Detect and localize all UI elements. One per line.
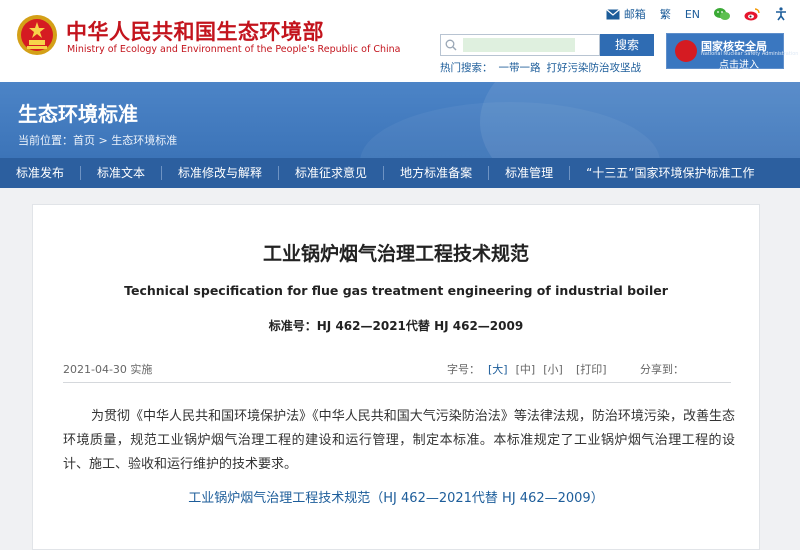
section-banner: 生态环境标准 当前位置：首页 > 生态环境标准 bbox=[0, 82, 800, 158]
english-link[interactable]: EN bbox=[685, 8, 700, 21]
print-button[interactable]: [打印] bbox=[576, 361, 607, 377]
nav-item-standard-revision[interactable]: 标准修改与解释 bbox=[162, 158, 278, 188]
nav-item-standard-text[interactable]: 标准文本 bbox=[81, 158, 161, 188]
main-nav: 标准发布 标准文本 标准修改与解释 标准征求意见 地方标准备案 标准管理 “十三… bbox=[0, 158, 800, 188]
site-name-cn[interactable]: 中华人民共和国生态环境部 bbox=[66, 16, 324, 46]
nav-item-13th-five-year[interactable]: “十三五”国家环境保护标准工作 bbox=[570, 158, 770, 188]
wechat-link[interactable] bbox=[714, 7, 730, 21]
mail-link[interactable]: 邮箱 bbox=[605, 6, 646, 22]
document-title: 工业锅炉烟气治理工程技术规范 bbox=[262, 243, 529, 265]
weibo-link[interactable] bbox=[744, 7, 760, 21]
accessibility-link[interactable] bbox=[774, 7, 788, 21]
weibo-icon bbox=[744, 8, 760, 21]
accessibility-icon bbox=[776, 7, 786, 21]
nav-item-standard-management[interactable]: 标准管理 bbox=[489, 158, 569, 188]
breadcrumb[interactable]: 当前位置：首页 > 生态环境标准 bbox=[18, 132, 177, 148]
font-size-label: 字号： bbox=[447, 363, 480, 376]
hot-search-label: 热门搜索： bbox=[440, 62, 493, 74]
search-button[interactable]: 搜索 bbox=[600, 34, 654, 56]
font-large-button[interactable]: [大] bbox=[488, 363, 508, 376]
site-header: 中华人民共和国生态环境部 Ministry of Ecology and Env… bbox=[0, 0, 800, 82]
effective-date: 2021-04-30 实施 bbox=[63, 363, 153, 376]
search-icon bbox=[445, 39, 457, 51]
document-meta-bar: 2021-04-30 实施 字号： [大] [中] [小] [打印] 分享到： bbox=[63, 359, 731, 383]
hot-search-item[interactable]: 打好污染防治攻坚战 bbox=[547, 62, 642, 74]
national-emblem-icon[interactable] bbox=[16, 14, 58, 56]
font-small-button[interactable]: [小] bbox=[543, 363, 563, 376]
site-name-en[interactable]: Ministry of Ecology and Environment of t… bbox=[67, 44, 401, 55]
document-card: 工业锅炉烟气治理工程技术规范 Technical specification f… bbox=[32, 204, 760, 550]
nnsa-entry-button[interactable]: 国家核安全局 National Nuclear Safety Administr… bbox=[666, 33, 798, 71]
document-body: 为贯彻《中华人民共和国环境保护法》《中华人民共和国大气污染防治法》等法律法规，防… bbox=[63, 409, 735, 472]
nav-item-standard-release[interactable]: 标准发布 bbox=[0, 158, 80, 188]
document-download-link[interactable]: 工业锅炉烟气治理工程技术规范（HJ 462—2021代替 HJ 462—2009… bbox=[33, 487, 759, 506]
font-size-controls: 字号： [大] [中] [小] bbox=[447, 361, 563, 377]
nav-item-public-comments[interactable]: 标准征求意见 bbox=[279, 158, 383, 188]
hot-search-item[interactable]: 一带一路 bbox=[499, 62, 541, 74]
section-title: 生态环境标准 bbox=[18, 102, 138, 126]
nav-item-local-standards[interactable]: 地方标准备案 bbox=[384, 158, 488, 188]
wechat-icon bbox=[714, 8, 730, 20]
top-links: 邮箱 繁 EN bbox=[592, 6, 788, 22]
share-label: 分享到： bbox=[640, 363, 684, 376]
search-input[interactable] bbox=[463, 38, 575, 52]
nnsa-enter-label: 点击进入 bbox=[719, 60, 759, 71]
mail-label: 邮箱 bbox=[623, 8, 646, 21]
nnsa-emblem-icon bbox=[675, 40, 697, 62]
hot-searches: 热门搜索： 一带一路 打好污染防治攻坚战 bbox=[440, 60, 647, 75]
document-title-en: Technical specification for flue gas tre… bbox=[124, 283, 668, 298]
traditional-chinese-link[interactable]: 繁 bbox=[660, 6, 671, 22]
search-box bbox=[440, 34, 600, 56]
standard-number: 标准号：HJ 462—2021代替 HJ 462—2009 bbox=[268, 319, 524, 333]
mail-icon bbox=[605, 8, 620, 19]
font-medium-button[interactable]: [中] bbox=[516, 363, 536, 376]
